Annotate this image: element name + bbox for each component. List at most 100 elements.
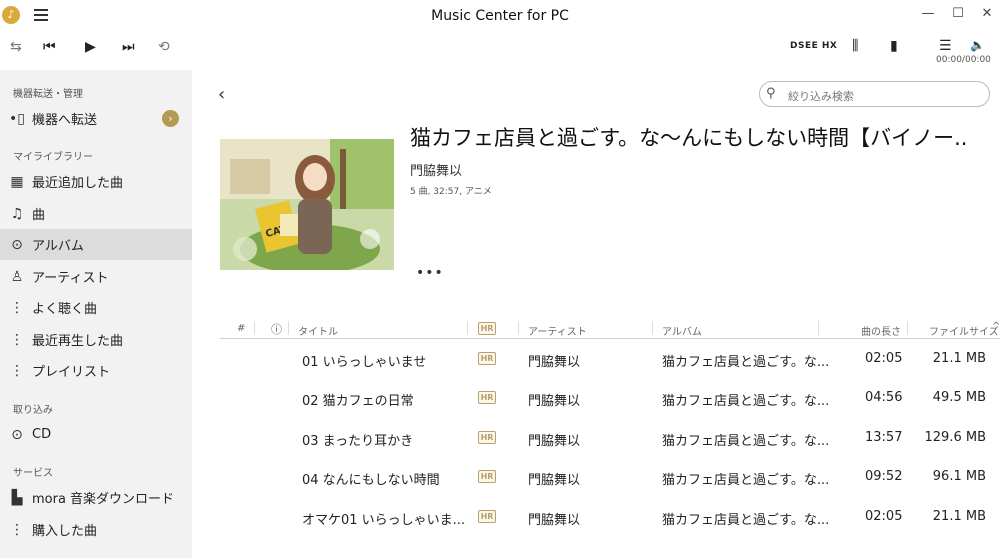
col-header-title[interactable]: タイトル bbox=[298, 323, 338, 338]
sidebar-item-frequent[interactable]: ⋮ よく聴く曲 bbox=[0, 292, 192, 323]
track-title: 01 いらっしゃいませ bbox=[302, 355, 427, 370]
col-header-length[interactable]: 曲の長さ bbox=[861, 323, 901, 338]
track-length: 13:57 bbox=[865, 430, 903, 445]
playback-time: 00:00/00:00 bbox=[936, 55, 991, 65]
sort-ascending-icon[interactable]: ^ bbox=[992, 321, 1000, 332]
mora-icon: ▙ bbox=[11, 489, 23, 506]
title-bar: ♪ Music Center for PC — ☐ ✕ bbox=[0, 0, 1000, 32]
album-cover: CAT bbox=[220, 139, 394, 270]
track-album: 猫カフェ店員と過ごす。な... bbox=[662, 434, 830, 449]
hr-badge: HR bbox=[478, 391, 496, 404]
col-header-artist[interactable]: アーティスト bbox=[528, 323, 587, 338]
album-title: 猫カフェ店員と過ごす。な〜んにもしない時間【バイノー.. bbox=[410, 126, 968, 150]
section-library-label: マイライブラリー bbox=[13, 152, 93, 163]
speaker-icon[interactable]: ▮ bbox=[890, 38, 898, 54]
section-import-label: 取り込み bbox=[13, 405, 53, 416]
play-button[interactable]: ▶ bbox=[85, 39, 96, 55]
close-button[interactable]: ✕ bbox=[977, 6, 997, 21]
sidebar-item-playlists[interactable]: ⋮ プレイリスト bbox=[0, 355, 192, 386]
back-button[interactable]: ‹ bbox=[218, 84, 225, 105]
col-header-hr[interactable]: HR bbox=[478, 322, 496, 335]
track-title: オマケ01 いらっしゃいま... bbox=[302, 513, 466, 528]
track-length: 04:56 bbox=[865, 390, 903, 405]
sidebar-item-songs[interactable]: ♫ 曲 bbox=[0, 198, 192, 229]
minimize-button[interactable]: — bbox=[918, 6, 938, 21]
track-title: 02 猫カフェの日常 bbox=[302, 394, 414, 409]
cd-icon: ⊙ bbox=[11, 426, 23, 443]
dsee-hx-button[interactable]: DSEE HX bbox=[790, 41, 837, 51]
hr-badge: HR bbox=[478, 470, 496, 483]
track-size: 96.1 MB bbox=[932, 469, 986, 484]
table-row[interactable]: オマケ01 いらっしゃいま... HR 門脇舞以 猫カフェ店員と過ごす。な...… bbox=[220, 498, 1000, 537]
playlist-icon: ⋮ bbox=[10, 521, 24, 538]
col-header-album[interactable]: アルバム bbox=[662, 323, 702, 338]
column-divider bbox=[254, 321, 255, 335]
sidebar-item-recent-added[interactable]: ▦ 最近追加した曲 bbox=[0, 166, 192, 197]
column-divider bbox=[288, 321, 289, 335]
column-divider bbox=[518, 321, 519, 335]
sidebar-item-label: 購入した曲 bbox=[32, 524, 98, 539]
sidebar-item-label: 曲 bbox=[32, 208, 46, 223]
sidebar-item-purchased[interactable]: ⋮ 購入した曲 bbox=[0, 514, 192, 545]
table-row[interactable]: 01 いらっしゃいませ HR 門脇舞以 猫カフェ店員と過ごす。な... 02:0… bbox=[220, 340, 1000, 379]
phone-transfer-icon: •▯ bbox=[9, 110, 25, 127]
equalizer-icon[interactable]: ⫼ bbox=[852, 38, 858, 54]
shuffle-icon[interactable]: ⟲ bbox=[158, 39, 170, 55]
sidebar-item-albums[interactable]: ⊙ アルバム bbox=[0, 229, 192, 260]
track-length: 02:05 bbox=[865, 509, 903, 524]
more-options-button[interactable]: ••• bbox=[416, 265, 444, 281]
track-size: 129.6 MB bbox=[924, 430, 986, 445]
track-artist: 門脇舞以 bbox=[528, 473, 581, 488]
sidebar-item-label: 機器へ転送 bbox=[32, 113, 98, 128]
column-divider bbox=[907, 321, 908, 335]
sidebar-item-artists[interactable]: ♙ アーティスト bbox=[0, 261, 192, 292]
track-artist: 門脇舞以 bbox=[528, 434, 581, 449]
maximize-button[interactable]: ☐ bbox=[948, 6, 968, 21]
album-meta: 5 曲, 32:57, アニメ bbox=[410, 187, 492, 197]
next-track-button[interactable]: ⏭ bbox=[122, 39, 135, 55]
track-artist: 門脇舞以 bbox=[528, 355, 581, 370]
sidebar-item-label: アーティスト bbox=[32, 271, 109, 286]
col-header-size[interactable]: ファイルサイズ bbox=[929, 323, 999, 338]
arrow-right-icon[interactable]: › bbox=[162, 110, 179, 127]
playlist-icon: ⋮ bbox=[10, 362, 24, 379]
queue-icon[interactable]: ☰ bbox=[939, 38, 952, 54]
hr-badge: HR bbox=[478, 510, 496, 523]
track-title: 04 なんにもしない時間 bbox=[302, 473, 440, 488]
column-divider bbox=[818, 321, 819, 335]
playlist-icon: ⋮ bbox=[10, 331, 24, 348]
table-row[interactable]: 02 猫カフェの日常 HR 門脇舞以 猫カフェ店員と過ごす。な... 04:56… bbox=[220, 379, 1000, 418]
track-length: 09:52 bbox=[865, 469, 903, 484]
col-header-number[interactable]: # bbox=[237, 323, 245, 334]
track-title: 03 まったり耳かき bbox=[302, 434, 414, 449]
volume-icon[interactable]: 🔈 bbox=[970, 38, 985, 52]
album-artist[interactable]: 門脇舞以 bbox=[410, 160, 462, 179]
info-icon[interactable]: ⓘ bbox=[271, 321, 282, 337]
disc-icon: ⊙ bbox=[11, 236, 23, 253]
search-input[interactable]: ⚲ 絞り込み検索 bbox=[759, 81, 990, 107]
track-artist: 門脇舞以 bbox=[528, 513, 581, 528]
track-album: 猫カフェ店員と過ごす。な... bbox=[662, 473, 830, 488]
previous-track-button[interactable]: ⏮ bbox=[43, 39, 56, 55]
player-toolbar bbox=[0, 32, 1000, 70]
track-length: 02:05 bbox=[865, 351, 903, 366]
repeat-icon[interactable]: ⇆ bbox=[10, 39, 22, 55]
track-album: 猫カフェ店員と過ごす。な... bbox=[662, 513, 830, 528]
sidebar-item-label: mora 音楽ダウンロード bbox=[32, 492, 175, 507]
sidebar-item-mora[interactable]: ▙ mora 音楽ダウンロード bbox=[0, 482, 192, 513]
track-size: 21.1 MB bbox=[932, 509, 986, 524]
hr-badge: HR bbox=[478, 431, 496, 444]
track-album: 猫カフェ店員と過ごす。な... bbox=[662, 394, 830, 409]
section-services-label: サービス bbox=[13, 468, 53, 479]
column-divider bbox=[652, 321, 653, 335]
sidebar-item-cd[interactable]: ⊙ CD bbox=[0, 419, 192, 450]
table-row[interactable]: 04 なんにもしない時間 HR 門脇舞以 猫カフェ店員と過ごす。な... 09:… bbox=[220, 458, 1000, 497]
sidebar-item-label: プレイリスト bbox=[32, 365, 111, 380]
sidebar-item-label: アルバム bbox=[32, 239, 84, 254]
track-artist: 門脇舞以 bbox=[528, 394, 581, 409]
person-icon: ♙ bbox=[10, 268, 24, 285]
table-row[interactable]: 03 まったり耳かき HR 門脇舞以 猫カフェ店員と過ごす。な... 13:57… bbox=[220, 419, 1000, 458]
search-placeholder: 絞り込み検索 bbox=[788, 90, 854, 103]
sidebar-item-label: よく聴く曲 bbox=[32, 302, 98, 317]
sidebar-item-recent-played[interactable]: ⋮ 最近再生した曲 bbox=[0, 324, 192, 355]
